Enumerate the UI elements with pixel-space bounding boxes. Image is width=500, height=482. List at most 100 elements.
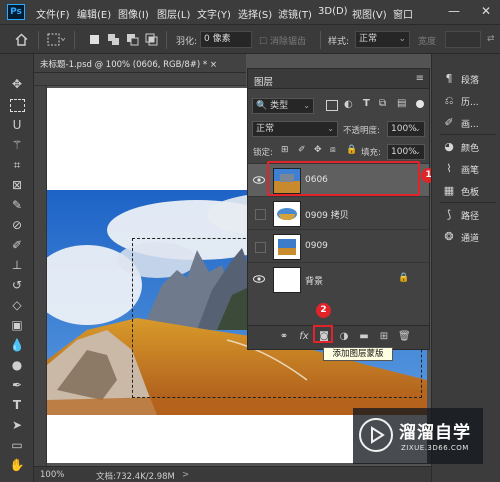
menu-window[interactable]: 窗口 xyxy=(393,6,413,21)
lasso-tool-icon[interactable]: ᑌ xyxy=(9,117,25,133)
fill-input[interactable]: 100% ⌄ xyxy=(387,144,425,160)
ruler-vertical xyxy=(34,86,47,466)
eye-icon[interactable] xyxy=(253,273,265,285)
layer-name: 0909 拷贝 xyxy=(305,211,349,221)
lock-pixels-icon[interactable]: ✐ xyxy=(298,145,306,155)
fx-icon[interactable]: fx xyxy=(298,331,310,343)
panel-color[interactable]: ◕ 颜色 xyxy=(442,138,500,156)
lock-label: 锁定: xyxy=(253,148,273,158)
panel-history[interactable]: ⎌ 历... xyxy=(442,92,500,110)
panel-channels[interactable]: ❂ 通道 xyxy=(442,228,500,246)
filter-smart-object-icon[interactable]: ▤ xyxy=(397,98,406,109)
swatches-icon: ▦ xyxy=(443,184,455,197)
layers-panel-header: 图层 ≡ xyxy=(248,69,429,89)
menu-image[interactable]: 图像(I) xyxy=(118,6,149,21)
layer-row-0909[interactable]: 0909 xyxy=(248,229,429,263)
layer-filter-select[interactable]: 🔍 类型 ⌄ xyxy=(252,98,314,114)
filter-type-icon[interactable]: T xyxy=(363,98,370,109)
width-input[interactable] xyxy=(445,31,481,48)
opacity-input[interactable]: 100% ⌄ xyxy=(387,121,425,137)
menu-select[interactable]: 选择(S) xyxy=(238,6,272,21)
panel-swatches[interactable]: ▦ 色板 xyxy=(442,182,500,200)
home-icon[interactable] xyxy=(15,33,28,46)
crop-tool-icon[interactable]: ⌗ xyxy=(9,157,25,173)
document-tab[interactable]: 未标题-1.psd @ 100% (0606, RGB/8#) * × xyxy=(34,54,246,73)
add-selection-icon[interactable] xyxy=(107,33,120,46)
visibility-toggle[interactable] xyxy=(255,242,266,253)
lock-artboard-icon[interactable]: ⧈ xyxy=(330,145,336,155)
blur-tool-icon[interactable]: 💧 xyxy=(9,337,25,353)
panel-menu-icon[interactable]: ≡ xyxy=(416,73,424,84)
filter-adjustment-icon[interactable]: ◐ xyxy=(344,99,353,110)
pen-tool-icon[interactable]: ✒ xyxy=(9,377,25,393)
intersect-selection-icon[interactable] xyxy=(145,33,158,46)
rectangle-tool-icon[interactable]: ▭ xyxy=(9,437,25,453)
new-selection-icon[interactable] xyxy=(88,33,101,46)
layer-row-0909-copy[interactable]: 0909 拷贝 xyxy=(248,196,429,230)
style-select[interactable]: 正常 ⌄ xyxy=(355,31,410,48)
menu-file[interactable]: 文件(F) xyxy=(36,6,70,21)
hand-tool-icon[interactable]: ✋ xyxy=(9,457,25,473)
rect-marquee-tool-icon[interactable] xyxy=(10,99,25,112)
status-arrow-icon[interactable]: > xyxy=(182,470,189,480)
filter-pixel-icon[interactable] xyxy=(326,100,338,111)
link-icon[interactable]: ⚭ xyxy=(278,331,290,343)
layers-panel: 图层 ≡ 🔍 类型 ⌄ ◐ T ⧉ ▤ 正常 ⌄ 不透明度: 100% ⌄ 锁定: ⊞… xyxy=(247,68,430,350)
chevron-down-icon: ⌄ xyxy=(327,124,334,133)
panel-paths[interactable]: ⟆ 路径 xyxy=(442,206,500,224)
healing-brush-tool-icon[interactable]: ⊘ xyxy=(9,217,25,233)
swap-icon[interactable]: ⇄ xyxy=(487,34,495,44)
menu-type[interactable]: 文字(Y) xyxy=(197,6,231,21)
layers-panel-title[interactable]: 图层 xyxy=(254,74,273,88)
dodge-tool-icon[interactable]: ● xyxy=(9,357,25,373)
marquee-tool-icon[interactable] xyxy=(47,33,65,46)
filter-toggle-icon[interactable] xyxy=(416,100,424,108)
brush-tool-icon[interactable]: ✐ xyxy=(9,237,25,253)
clone-stamp-tool-icon[interactable]: ⊥ xyxy=(9,257,25,273)
trash-icon[interactable]: 🗑 xyxy=(398,331,411,343)
magic-wand-tool-icon[interactable]: ⚚ xyxy=(9,137,25,153)
blend-row: 正常 ⌄ 不透明度: 100% ⌄ xyxy=(248,118,429,140)
new-layer-icon[interactable]: ⊞ xyxy=(378,331,390,343)
lock-icon: 🔒 xyxy=(398,273,410,283)
panel-brush[interactable]: ✐ 画... xyxy=(442,114,500,132)
step-badge-2: 2 xyxy=(316,303,331,318)
frame-tool-icon[interactable]: ⊠ xyxy=(9,177,25,193)
subtract-selection-icon[interactable] xyxy=(126,33,139,46)
menu-3d[interactable]: 3D(D) xyxy=(318,6,348,17)
path-selection-tool-icon[interactable]: ➤ xyxy=(9,417,25,433)
feather-input[interactable]: 0 像素 xyxy=(200,31,252,48)
adjustment-icon[interactable]: ◑ xyxy=(338,331,350,343)
zoom-level[interactable]: 100% xyxy=(40,470,64,480)
antialias-checkbox[interactable]: ☐ 消除锯齿 xyxy=(259,34,306,47)
eyedropper-tool-icon[interactable]: ✎ xyxy=(9,197,25,213)
visibility-toggle[interactable] xyxy=(255,209,266,220)
menu-view[interactable]: 视图(V) xyxy=(352,6,387,21)
gradient-tool-icon[interactable]: ▣ xyxy=(9,317,25,333)
lock-transparent-icon[interactable]: ⊞ xyxy=(281,145,289,155)
menu-filter[interactable]: 滤镜(T) xyxy=(278,6,312,21)
close-icon[interactable]: ✕ xyxy=(478,4,494,20)
eraser-tool-icon[interactable]: ◇ xyxy=(9,297,25,313)
panel-label: 画笔 xyxy=(461,166,480,176)
type-tool-icon[interactable]: T xyxy=(9,397,25,413)
eye-icon[interactable] xyxy=(253,174,265,186)
minimize-icon[interactable]: — xyxy=(446,4,462,20)
menu-edit[interactable]: 编辑(E) xyxy=(77,6,111,21)
group-icon[interactable]: ▬ xyxy=(358,331,370,343)
panel-paragraph[interactable]: ¶ 段落 xyxy=(442,70,500,88)
history-brush-tool-icon[interactable]: ↺ xyxy=(9,277,25,293)
layer-name: 背景 xyxy=(305,277,324,287)
panel-brush-settings[interactable]: ⌇ 画笔 xyxy=(442,160,500,178)
highlight-box-layer xyxy=(267,161,420,196)
lock-all-icon[interactable]: 🔒 xyxy=(346,145,357,155)
close-tab-icon[interactable]: × xyxy=(210,60,217,70)
move-tool-icon[interactable]: ✥ xyxy=(9,76,25,92)
blend-mode-select[interactable]: 正常 ⌄ xyxy=(252,121,338,137)
layer-row-background[interactable]: 背景 🔒 xyxy=(248,262,429,296)
filter-shape-icon[interactable]: ⧉ xyxy=(379,98,386,109)
menu-layer[interactable]: 图层(L) xyxy=(157,6,190,21)
brush-icon: ✐ xyxy=(444,116,454,129)
panel-label: 历... xyxy=(461,98,479,108)
lock-position-icon[interactable]: ✥ xyxy=(314,145,322,155)
